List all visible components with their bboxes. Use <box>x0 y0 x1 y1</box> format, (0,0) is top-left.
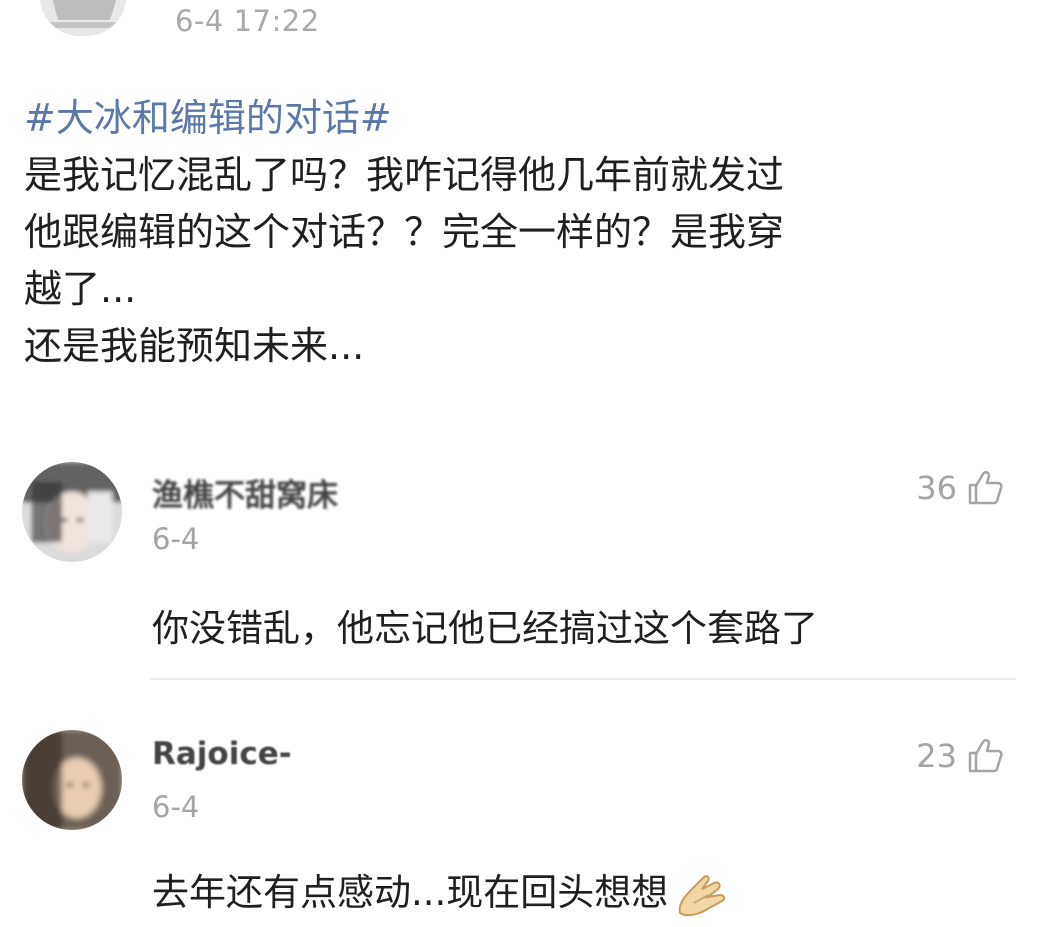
post-body: #大冰和编辑的对话# 是我记忆混乱了吗？我咋记得他几年前就发过 他跟编辑的这个对… <box>24 90 1024 375</box>
topic-line: #大冰和编辑的对话# <box>24 90 1024 147</box>
post-text-line: 还是我能预知未来... <box>24 324 365 368</box>
like-count: 36 <box>916 469 957 507</box>
commenter-avatar[interactable] <box>22 730 122 830</box>
commenter-username[interactable]: Rajoice- <box>152 736 292 772</box>
comment-date: 6-4 <box>152 522 200 556</box>
comment-divider <box>150 678 1016 680</box>
comment-text-content: 去年还有点感动...现在回头想想 <box>152 871 669 914</box>
topic-hashtag-link[interactable]: #大冰和编辑的对话# <box>24 96 392 140</box>
thumbs-up-icon <box>965 736 1005 776</box>
comment-text: 你没错乱，他忘记他已经搞过这个套路了 <box>152 607 818 650</box>
folded-hands-icon <box>674 873 730 917</box>
thumbs-up-icon <box>965 468 1005 508</box>
post-header: 6-4 17:22 <box>0 0 1041 50</box>
post-text-line: 越了... <box>24 267 137 311</box>
comment-text: 去年还有点感动...现在回头想想 <box>152 862 730 917</box>
commenter-username[interactable]: 渔樵不甜窝床 <box>152 470 338 515</box>
post-text-line: 他跟编辑的这个对话？？完全一样的？是我穿 <box>24 210 785 254</box>
commenter-avatar[interactable] <box>22 462 122 562</box>
post-author-avatar[interactable] <box>40 0 126 36</box>
like-button[interactable]: 23 <box>916 734 1005 778</box>
comment-date: 6-4 <box>152 790 200 824</box>
like-count: 23 <box>916 737 957 775</box>
post-timestamp: 6-4 17:22 <box>175 4 320 38</box>
like-button[interactable]: 36 <box>916 466 1005 510</box>
post-text-line: 是我记忆混乱了吗？我咋记得他几年前就发过 <box>24 153 785 197</box>
